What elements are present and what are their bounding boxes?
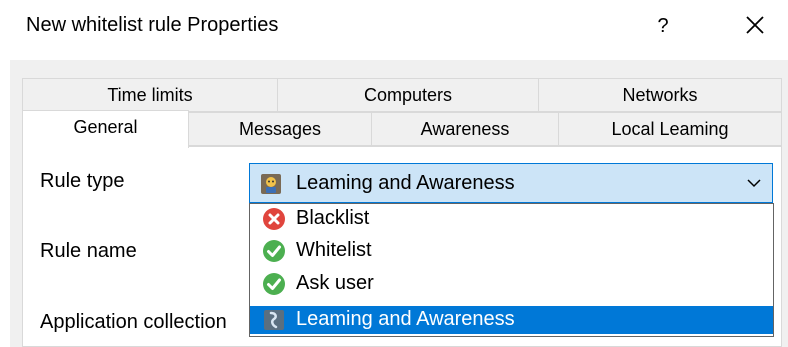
option-label: Ask user [296,272,374,294]
rule-type-dropdown: Blacklist Whitelist Ask user Leaming and… [249,203,774,337]
option-whitelist[interactable]: Whitelist [250,237,773,265]
tab-messages[interactable]: Messages [188,112,372,146]
window-title: New whitelist rule Properties [26,14,279,36]
title-bar: New whitelist rule Properties ? [0,0,788,50]
option-label: Whitelist [296,239,372,261]
blacklist-icon [263,208,285,230]
tab-general[interactable]: General [22,110,189,148]
application-collection-label: Application collection [40,311,227,333]
chevron-down-icon [747,179,761,188]
rule-type-select[interactable]: Leaming and Awareness [249,163,773,203]
help-button[interactable]: ? [648,11,678,41]
option-blacklist[interactable]: Blacklist [250,205,773,233]
option-label: Blacklist [296,207,370,229]
whitelist-icon [263,240,285,262]
learning-awareness-icon [261,174,281,194]
option-learning-awareness[interactable]: Leaming and Awareness [250,306,773,334]
tab-local-learning[interactable]: Local Leaming [558,112,782,146]
tab-networks[interactable]: Networks [538,78,782,112]
rule-type-label: Rule type [40,170,125,192]
ask-user-icon [263,273,285,295]
rule-type-value: Leaming and Awareness [296,172,515,194]
option-ask-user[interactable]: Ask user [250,270,773,298]
rule-name-label: Rule name [40,240,137,262]
tab-time-limits[interactable]: Time limits [22,78,278,112]
tab-awareness[interactable]: Awareness [371,112,559,146]
tab-computers[interactable]: Computers [277,78,539,112]
close-icon [746,16,764,34]
learning-awareness-icon [264,310,284,330]
option-label: Leaming and Awareness [296,308,515,330]
close-button[interactable] [738,8,772,42]
